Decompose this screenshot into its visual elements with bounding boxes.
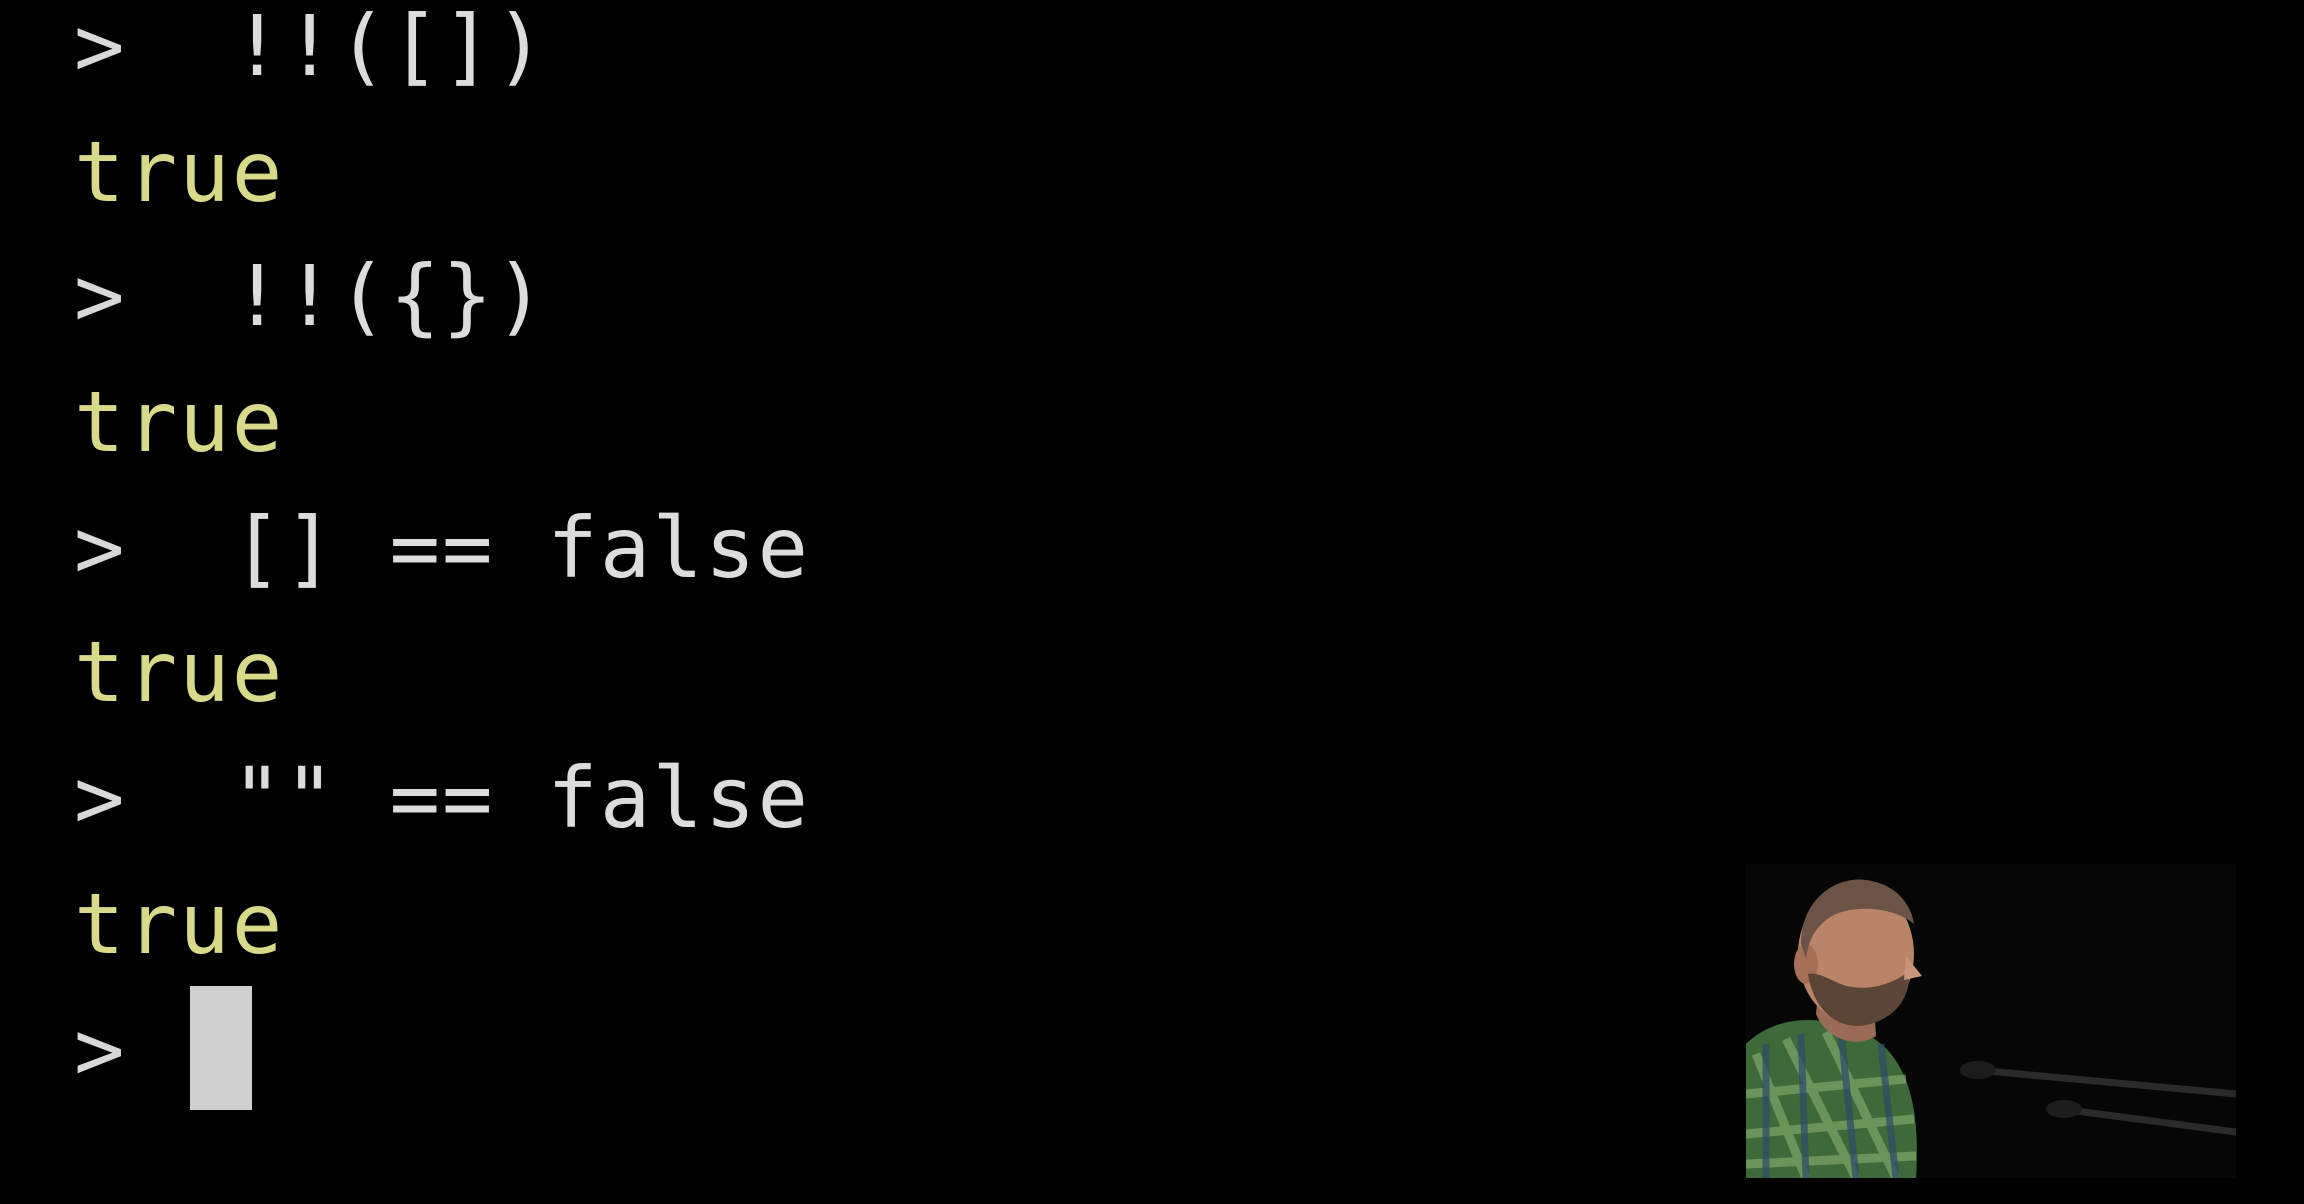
prompt-symbol: > <box>74 499 127 597</box>
text-cursor <box>190 986 252 1110</box>
terminal-output-line: true <box>74 373 285 471</box>
terminal-output-line: true <box>74 623 285 721</box>
command-text: [] == false <box>231 499 811 597</box>
terminal-output-line: true <box>74 123 285 221</box>
prompt-symbol: > <box>74 1001 127 1099</box>
prompt-symbol: > <box>74 0 127 95</box>
command-text: "" == false <box>231 749 811 847</box>
terminal-active-line[interactable]: > <box>74 1000 127 1100</box>
terminal-input-line: > !!([]) <box>74 0 547 96</box>
command-text: !!({}) <box>231 247 548 345</box>
terminal-output-line: true <box>74 875 285 973</box>
command-text: !!([]) <box>231 0 548 95</box>
speaker-video-icon <box>1746 864 2236 1178</box>
speaker-video-inset <box>1746 864 2236 1178</box>
prompt-symbol: > <box>74 247 127 345</box>
terminal-input-line: > [] == false <box>74 498 810 598</box>
terminal-input-line: > !!({}) <box>74 246 547 346</box>
prompt-symbol: > <box>74 749 127 847</box>
terminal-input-line: > "" == false <box>74 748 810 848</box>
